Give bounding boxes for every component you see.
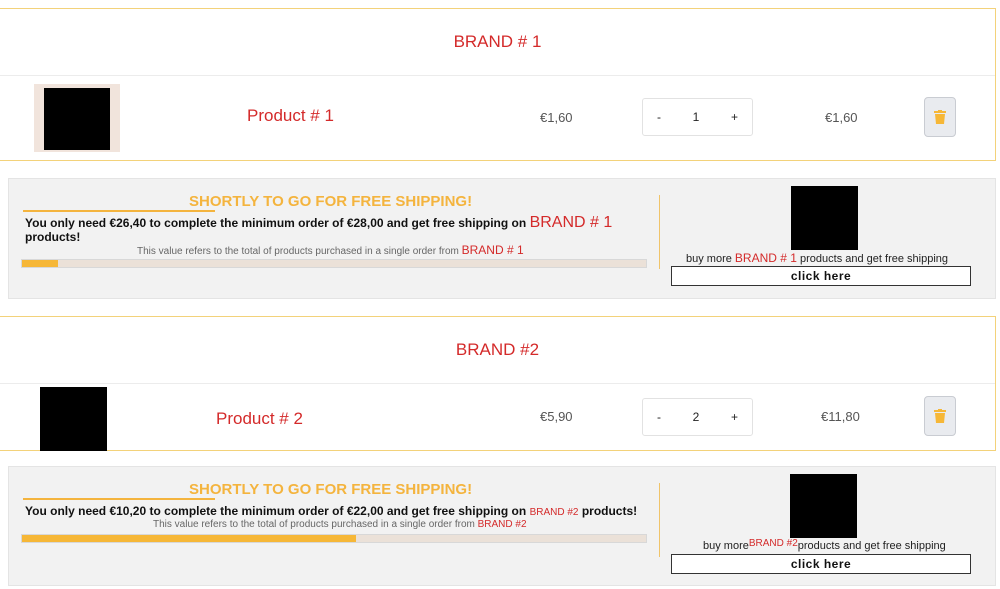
quantity-stepper: - 2 +	[642, 398, 753, 436]
cart-row: Product # 1 €1,60 - 1 + €1,60	[0, 76, 995, 160]
brand-header: BRAND #2	[0, 317, 995, 384]
promo-suffix: products and get free shipping	[800, 253, 949, 265]
note-brand: BRAND #2	[477, 519, 527, 530]
shipping-title: SHORTLY TO GO FOR FREE SHIPPING!	[189, 193, 473, 210]
promo-brand: BRAND # 1	[734, 251, 797, 265]
free-shipping-box-1: SHORTLY TO GO FOR FREE SHIPPING! You onl…	[8, 178, 996, 299]
brand-name: BRAND # 1	[453, 32, 542, 51]
product-name[interactable]: Product # 1	[247, 106, 334, 126]
brand-group-1: BRAND # 1 Product # 1 €1,60 - 1 + €1,60	[0, 8, 996, 161]
unit-price: €1,60	[540, 110, 573, 125]
product-name[interactable]: Product # 2	[216, 409, 303, 429]
delete-button[interactable]	[924, 396, 956, 436]
shipping-note: This value refers to the total of produc…	[153, 519, 527, 530]
unit-price: €5,90	[540, 409, 573, 424]
decrease-button[interactable]: -	[657, 410, 661, 424]
promo-image[interactable]	[790, 474, 857, 538]
click-here-button[interactable]: click here	[671, 266, 971, 286]
message-brand: BRAND # 1	[529, 214, 613, 231]
brand-name: BRAND #2	[455, 340, 540, 359]
delete-button[interactable]	[924, 97, 956, 137]
line-total: €11,80	[821, 409, 860, 424]
brand-group-2: BRAND #2 Product # 2 €5,90 - 2 + €11,80	[0, 316, 996, 451]
shipping-note: This value refers to the total of produc…	[137, 243, 524, 257]
promo-text: buy more BRAND # 1 products and get free…	[686, 251, 948, 265]
title-underline	[23, 498, 215, 500]
promo-brand: BRAND #2	[748, 538, 798, 549]
note-text: This value refers to the total of produc…	[153, 519, 475, 530]
note-brand: BRAND # 1	[461, 243, 524, 257]
promo-image[interactable]	[791, 186, 858, 250]
quantity-stepper: - 1 +	[642, 98, 753, 136]
cart-row: Product # 2 €5,90 - 2 + €11,80	[0, 384, 995, 451]
increase-button[interactable]: +	[731, 410, 738, 424]
decrease-button[interactable]: -	[657, 110, 661, 124]
progress-fill	[22, 260, 58, 267]
progress-fill	[22, 535, 357, 542]
note-text: This value refers to the total of produc…	[137, 246, 459, 257]
progress-bar	[21, 534, 647, 543]
brand-header: BRAND # 1	[0, 9, 995, 76]
title-underline	[23, 210, 215, 212]
divider	[659, 483, 660, 557]
promo-prefix: buy more	[703, 540, 749, 552]
shipping-message: You only need €26,40 to complete the min…	[25, 214, 625, 245]
quantity-value[interactable]: 2	[693, 410, 700, 424]
increase-button[interactable]: +	[731, 110, 738, 124]
line-total: €1,60	[825, 110, 858, 125]
free-shipping-box-2: SHORTLY TO GO FOR FREE SHIPPING! You onl…	[8, 466, 996, 586]
click-here-button[interactable]: click here	[671, 554, 971, 574]
message-suffix: products!	[25, 230, 81, 244]
message-text: You only need €10,20 to complete the min…	[25, 504, 527, 518]
message-text: You only need €26,40 to complete the min…	[25, 216, 527, 230]
promo-suffix: products and get free shipping	[797, 540, 946, 552]
divider	[659, 195, 660, 269]
product-thumbnail	[44, 88, 110, 150]
quantity-value[interactable]: 1	[693, 110, 700, 124]
trash-icon	[934, 409, 946, 423]
message-suffix: products!	[581, 504, 638, 518]
promo-text: buy moreBRAND #2products and get free sh…	[703, 538, 946, 552]
message-brand: BRAND #2	[529, 507, 579, 518]
shipping-message: You only need €10,20 to complete the min…	[25, 504, 665, 520]
product-image[interactable]	[34, 84, 120, 152]
shipping-title: SHORTLY TO GO FOR FREE SHIPPING!	[189, 481, 473, 498]
progress-bar	[21, 259, 647, 268]
product-image[interactable]	[40, 387, 107, 451]
promo-prefix: buy more	[686, 253, 732, 265]
trash-icon	[934, 110, 946, 124]
